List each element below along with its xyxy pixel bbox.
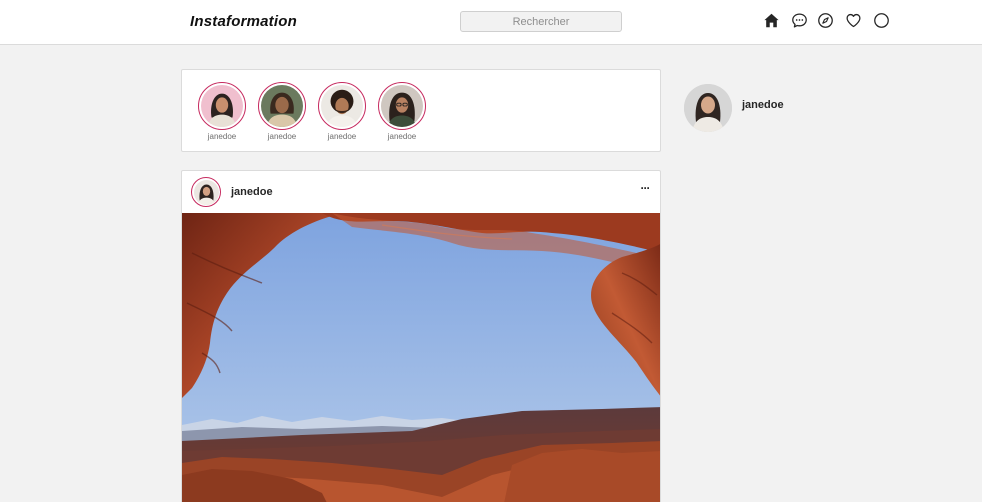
story-username: janedoe: [387, 132, 417, 141]
avatar: [321, 85, 363, 127]
activity-heart-icon[interactable]: [844, 11, 862, 29]
more-options-icon[interactable]: ···: [637, 182, 653, 197]
story-item[interactable]: janedoe: [377, 82, 427, 141]
avatar[interactable]: [684, 84, 732, 132]
story-ring[interactable]: [378, 82, 426, 130]
avatar: [261, 85, 303, 127]
avatar: [193, 179, 219, 205]
avatar: [201, 85, 243, 127]
avatar: [381, 85, 423, 127]
top-navigation-bar: Instaformation: [0, 0, 982, 45]
story-item[interactable]: janedoe: [197, 82, 247, 141]
post-card: janedoe ···: [181, 170, 661, 502]
canyon-arch-photo: [182, 213, 660, 502]
story-username: janedoe: [207, 132, 237, 141]
search-input[interactable]: [460, 11, 622, 32]
story-username: janedoe: [327, 132, 357, 141]
post-author-username[interactable]: janedoe: [231, 186, 273, 198]
profile-icon[interactable]: [872, 11, 890, 29]
story-item[interactable]: janedoe: [317, 82, 367, 141]
story-ring[interactable]: [258, 82, 306, 130]
story-ring[interactable]: [318, 82, 366, 130]
post-image[interactable]: [182, 213, 660, 502]
story-item[interactable]: janedoe: [257, 82, 307, 141]
explore-icon[interactable]: [816, 11, 834, 29]
app-logo[interactable]: Instaformation: [190, 13, 297, 30]
home-icon[interactable]: [762, 11, 780, 29]
post-author-avatar[interactable]: [191, 177, 221, 207]
stories-bar: janedoe janedoe janedoe janedoe: [181, 69, 661, 152]
story-ring[interactable]: [198, 82, 246, 130]
post-header: janedoe ···: [182, 171, 660, 213]
current-user-username[interactable]: janedoe: [742, 99, 784, 111]
story-username: janedoe: [267, 132, 297, 141]
messages-icon[interactable]: [790, 11, 808, 29]
